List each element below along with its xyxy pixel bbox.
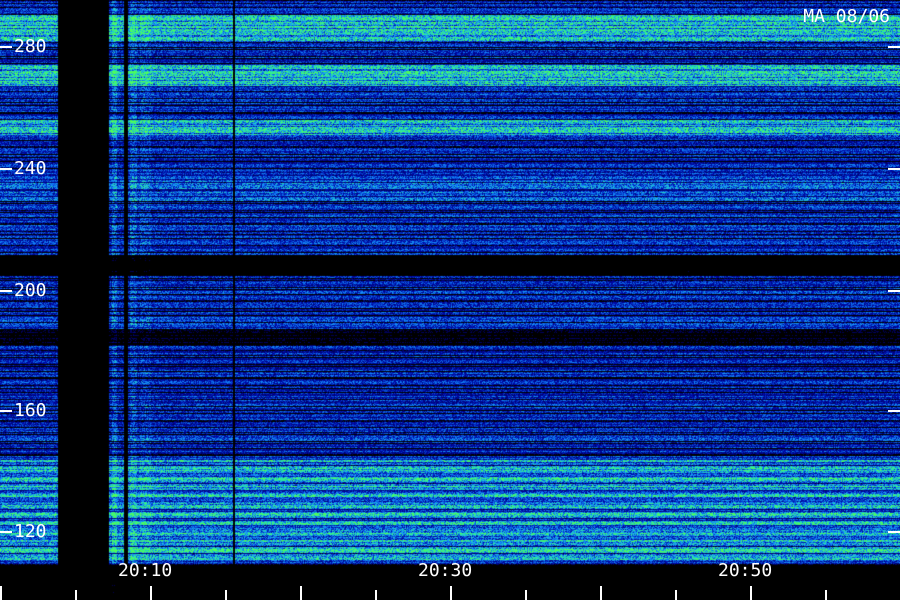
spectrogram-image [0, 0, 900, 600]
